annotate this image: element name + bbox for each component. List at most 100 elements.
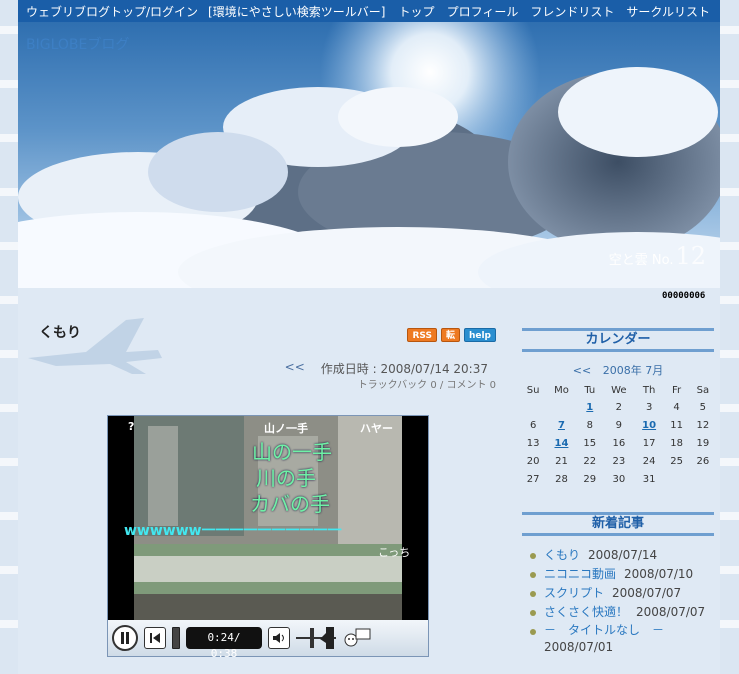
header-caption: 空と雲 No. 12 — [609, 242, 706, 270]
seek-slider-handle[interactable] — [172, 627, 180, 649]
weekday-header: Su — [526, 384, 540, 396]
recent-heading: 新着記事 — [522, 512, 714, 536]
calendar-day[interactable]: 7 — [546, 416, 576, 434]
caption-number: 12 — [675, 242, 706, 270]
caption-text: 空と雲 No. — [608, 253, 674, 268]
entry-badges: RSS 転 help — [407, 328, 496, 342]
calendar-day: 17 — [642, 437, 656, 449]
airplane-icon — [28, 318, 162, 374]
overlay-lyric-1: 山の一手 — [252, 440, 332, 464]
recent-item-date: 2008/07/01 — [544, 640, 614, 654]
volume-button[interactable] — [268, 627, 290, 649]
recent-item-date: 2008/07/10 — [624, 567, 694, 581]
recent-item: ニコニコ動画 2008/07/10 — [530, 565, 720, 584]
help-badge[interactable]: help — [463, 328, 496, 342]
recent-item-title[interactable]: ニコニコ動画 — [544, 567, 616, 581]
top-link-top[interactable]: トップ — [399, 3, 435, 20]
recent-item-title[interactable]: － タイトルなし － — [544, 623, 664, 637]
calendar-week: 13 14 15 16 17 18 19 — [520, 434, 716, 452]
recent-list: くもり 2008/07/14 ニコニコ動画 2008/07/10 スクリプト 2008… — [530, 546, 720, 656]
top-nav-bar: ウェブリブログトップ/ログイン [環境にやさしい検索ツールバー] トップ プロフ… — [18, 0, 720, 22]
overlay-top-mid: 山ノ一手 — [264, 422, 308, 435]
comment-toggle-icon[interactable] — [342, 627, 372, 649]
recent-item-date: 2008/07/14 — [588, 548, 658, 562]
calendar-day: 13 — [526, 437, 540, 449]
created-date: 作成日時 : 2008/07/14 20:37 — [320, 362, 488, 376]
calendar-day: 6 — [529, 419, 537, 431]
top-link-friends[interactable]: フレンドリスト — [530, 3, 614, 20]
overlay-wave: wwwwww一一一一一一一一一一 — [124, 523, 342, 539]
rss-badge[interactable]: RSS — [407, 328, 437, 342]
recent-item: さくさく快適！ 2008/07/07 — [530, 603, 720, 622]
weekday-header: Tu — [584, 384, 596, 396]
recent-item-title[interactable]: くもり — [544, 548, 580, 562]
calendar-day: 9 — [615, 419, 623, 431]
recent-item-title[interactable]: さくさく快適！ — [544, 605, 628, 619]
blog-title[interactable]: BIGLOBEブログ — [26, 34, 129, 54]
volume-slider[interactable] — [296, 625, 336, 651]
calendar-day: 11 — [670, 419, 683, 431]
calendar-day: 18 — [670, 437, 683, 449]
time-display: 0:24/ 0:38 — [186, 627, 262, 660]
overlay-lyric-2: 川の手 — [256, 466, 316, 490]
calendar-week: 6 7 8 9 10 11 12 — [520, 416, 716, 434]
calendar-empty-cell — [690, 470, 716, 488]
video-frame[interactable]: ? 山ノ一手 ハヤー 山の一手 川の手 カバの手 wwwwww一一一一一一一一一… — [108, 416, 428, 620]
calendar-week: 20 21 22 23 24 25 26 — [520, 452, 716, 470]
calendar-day: 3 — [645, 401, 653, 413]
overlay-lyric-3: カバの手 — [250, 492, 330, 516]
top-link-circles[interactable]: サークルリスト — [626, 3, 710, 20]
calendar-table: Su Mo Tu We Th Fr Sa 1 2 3 4 5 6 7 8 9 10 11 12 13 14… — [520, 382, 716, 488]
calendar-day[interactable]: 10 — [635, 416, 664, 434]
speaker-icon — [273, 633, 284, 643]
entry-area: くもり RSS 転 help << 作成日時 : 2008/07/14 20:3… — [18, 302, 516, 674]
recent-item: － タイトルなし － 2008/07/01 — [530, 622, 720, 656]
video-player[interactable]: ? 山ノ一手 ハヤー 山の一手 川の手 カバの手 wwwwww一一一一一一一一一… — [107, 415, 429, 660]
rewind-button[interactable] — [144, 627, 166, 649]
visitor-counter: 00000006 — [662, 291, 706, 301]
skip-back-icon — [150, 633, 160, 643]
calendar-month: 2008年 7月 — [602, 364, 664, 377]
calendar-day: 5 — [699, 401, 707, 413]
calendar-nav: << 2008年 7月 — [516, 362, 720, 378]
calendar-day[interactable]: 14 — [546, 434, 576, 452]
sidebar: カレンダー << 2008年 7月 Su Mo Tu We Th Fr Sa 1… — [516, 302, 720, 674]
transfer-badge[interactable]: 転 — [440, 328, 460, 342]
calendar-day: 22 — [583, 455, 597, 467]
trackback-comment-count[interactable]: トラックバック 0 / コメント 0 — [358, 376, 496, 391]
calendar-day: 31 — [642, 473, 656, 485]
recent-item: くもり 2008/07/14 — [530, 546, 720, 565]
recent-item-title[interactable]: スクリプト — [544, 586, 604, 600]
calendar-day: 4 — [673, 401, 680, 413]
pause-icon — [121, 632, 129, 644]
calendar-empty-cell — [663, 470, 689, 488]
weekday-header: Mo — [554, 384, 569, 396]
calendar-day: 2 — [615, 401, 623, 413]
calendar-day: 21 — [555, 455, 568, 467]
calendar-day: 29 — [583, 473, 597, 485]
weekday-header: Sa — [696, 384, 710, 396]
player-controls: 0:24/ 0:38 — [108, 620, 428, 660]
top-link-profile[interactable]: プロフィール — [447, 3, 519, 20]
pause-button[interactable] — [112, 625, 138, 651]
prev-entry-link[interactable]: << — [285, 360, 305, 377]
overlay-question: ? — [128, 420, 135, 433]
calendar-prev-link[interactable]: << — [573, 364, 591, 377]
calendar-day: 20 — [526, 455, 540, 467]
entry-title: くもり — [39, 325, 81, 341]
overlay-top-right: ハヤー — [360, 422, 393, 435]
top-link-toolbar[interactable]: [環境にやさしい検索ツールバー] — [208, 3, 385, 20]
calendar-day: 30 — [612, 473, 626, 485]
header-banner: BIGLOBEブログ 空と雲 No. 12 — [18, 22, 720, 288]
calendar-day: 25 — [670, 455, 683, 467]
entry-meta: << 作成日時 : 2008/07/14 20:37 — [285, 360, 488, 377]
calendar-day: 12 — [696, 419, 710, 431]
calendar-week: 27 28 29 30 31 — [520, 470, 716, 488]
calendar-day: 8 — [586, 419, 593, 431]
calendar-body: 1 2 3 4 5 6 7 8 9 10 11 12 13 14 15 16 17 18 19 20 21 22 23 24 2… — [520, 398, 716, 488]
calendar-day: 23 — [612, 455, 626, 467]
calendar-day[interactable]: 1 — [577, 398, 603, 416]
calendar-heading: カレンダー — [522, 328, 714, 352]
top-link-login[interactable]: ウェブリブログトップ/ログイン — [26, 3, 198, 20]
calendar-day: 16 — [612, 437, 626, 449]
